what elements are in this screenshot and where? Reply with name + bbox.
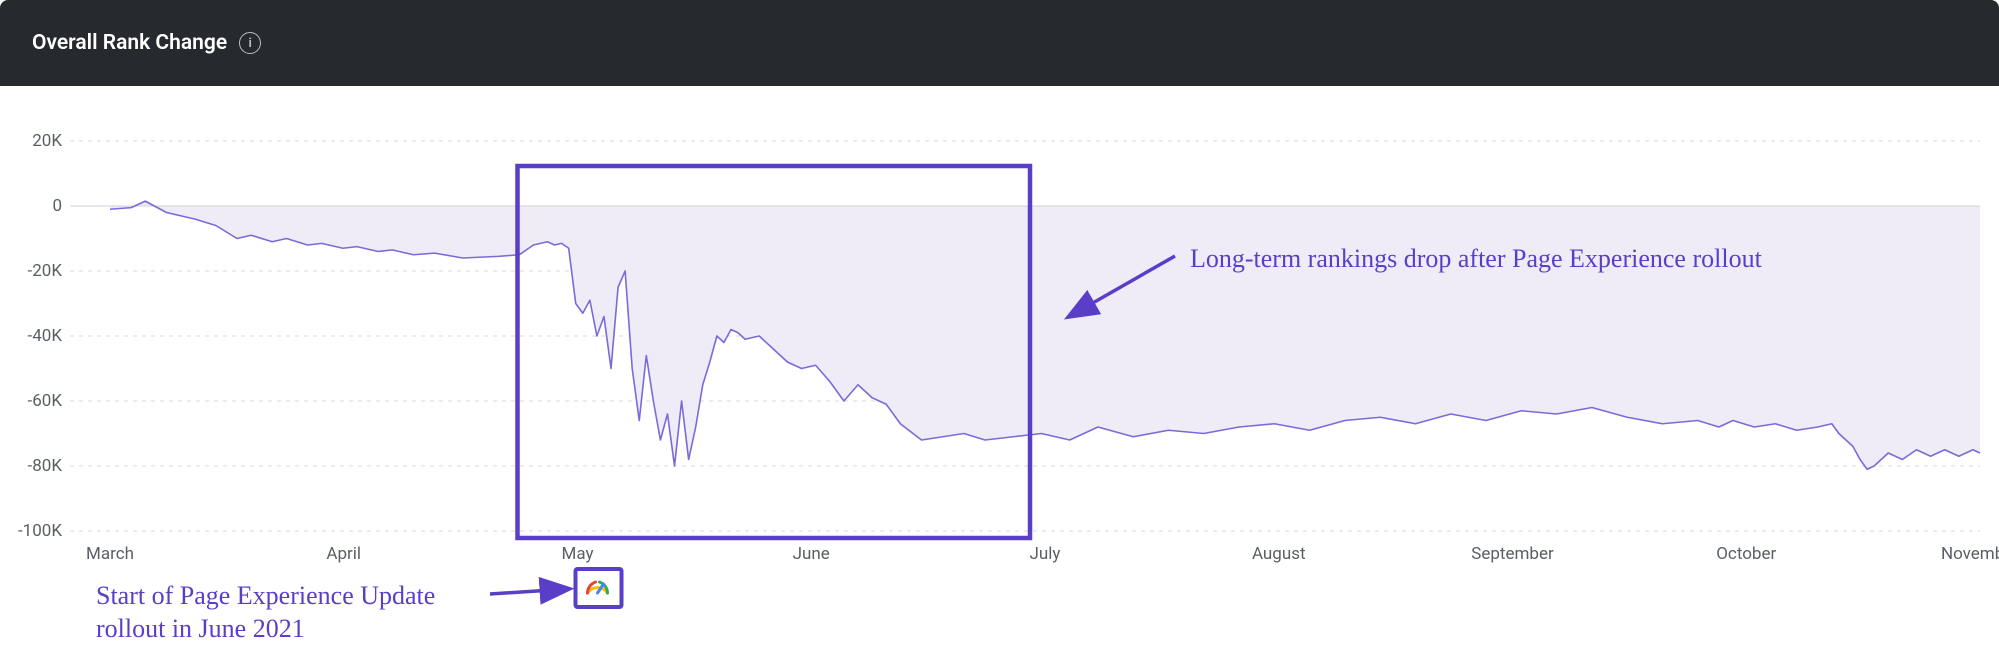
- line-area-fill: [110, 201, 1980, 469]
- annotation-rankings-drop: Long-term rankings drop after Page Exper…: [1190, 244, 1762, 274]
- y-tick-label: -80K: [28, 456, 63, 476]
- y-tick-label: 0: [52, 196, 62, 216]
- y-tick-label: -60K: [28, 391, 63, 411]
- x-tick-label: March: [86, 544, 134, 564]
- chart-container: 20K 0 -20K -40K -60K -80K -100K March April May Ju…: [0, 86, 1999, 643]
- annotation-line1: Start of Page Experience Update: [96, 581, 435, 610]
- rank-change-line-chart: 20K 0 -20K -40K -60K -80K -100K March April May Ju…: [0, 86, 1999, 643]
- y-tick-label: 20K: [32, 131, 62, 151]
- info-icon[interactable]: i: [239, 32, 261, 54]
- y-tick-label: -100K: [18, 521, 62, 541]
- x-tick-label: July: [1030, 544, 1061, 564]
- x-tick-label: September: [1471, 544, 1554, 564]
- y-tick-label: -40K: [28, 326, 63, 346]
- arrow-to-marker: [490, 589, 568, 594]
- y-tick-label: -20K: [28, 261, 63, 281]
- panel-title: Overall Rank Change: [32, 31, 227, 55]
- annotation-line2: rollout in June 2021: [96, 614, 305, 643]
- x-tick-label: April: [326, 544, 361, 564]
- x-tick-label: August: [1252, 544, 1306, 564]
- panel-header: Overall Rank Change i: [0, 0, 1999, 86]
- annotation-update-rollout: Start of Page Experience Update rollout …: [96, 580, 435, 645]
- x-tick-label: November: [1941, 544, 1999, 564]
- x-tick-label: June: [793, 544, 830, 564]
- x-tick-label: May: [561, 544, 593, 564]
- x-tick-label: October: [1716, 544, 1776, 564]
